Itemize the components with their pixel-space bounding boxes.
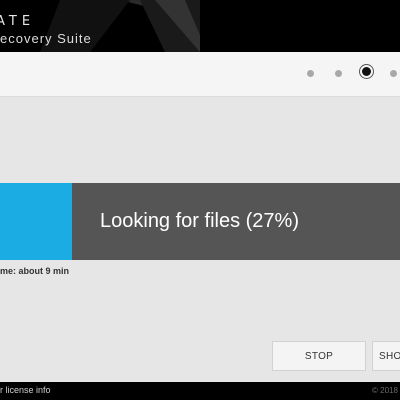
wizard-steps-bar: [0, 52, 400, 97]
app-header: ATE ecovery Suite: [0, 0, 400, 52]
copyright-text: © 2018 S: [372, 386, 400, 395]
license-info-link[interactable]: r license info: [0, 385, 51, 395]
product-name: ecovery Suite: [0, 31, 92, 46]
step-dot-3-active: [362, 67, 371, 76]
step-dot-1: [307, 70, 314, 77]
stop-button[interactable]: STOP: [272, 341, 366, 371]
progress-fill: [0, 183, 72, 260]
brand-name: ATE: [0, 14, 36, 29]
scan-progress-bar: Looking for files (27%): [0, 183, 400, 260]
app-footer: r license info © 2018 S: [0, 382, 400, 400]
progress-status-text: Looking for files (27%): [100, 210, 299, 232]
time-remaining-text: me: about 9 min: [0, 266, 70, 276]
step-dot-2: [335, 70, 342, 77]
show-button[interactable]: SHO: [372, 341, 400, 371]
step-dot-4: [390, 70, 397, 77]
